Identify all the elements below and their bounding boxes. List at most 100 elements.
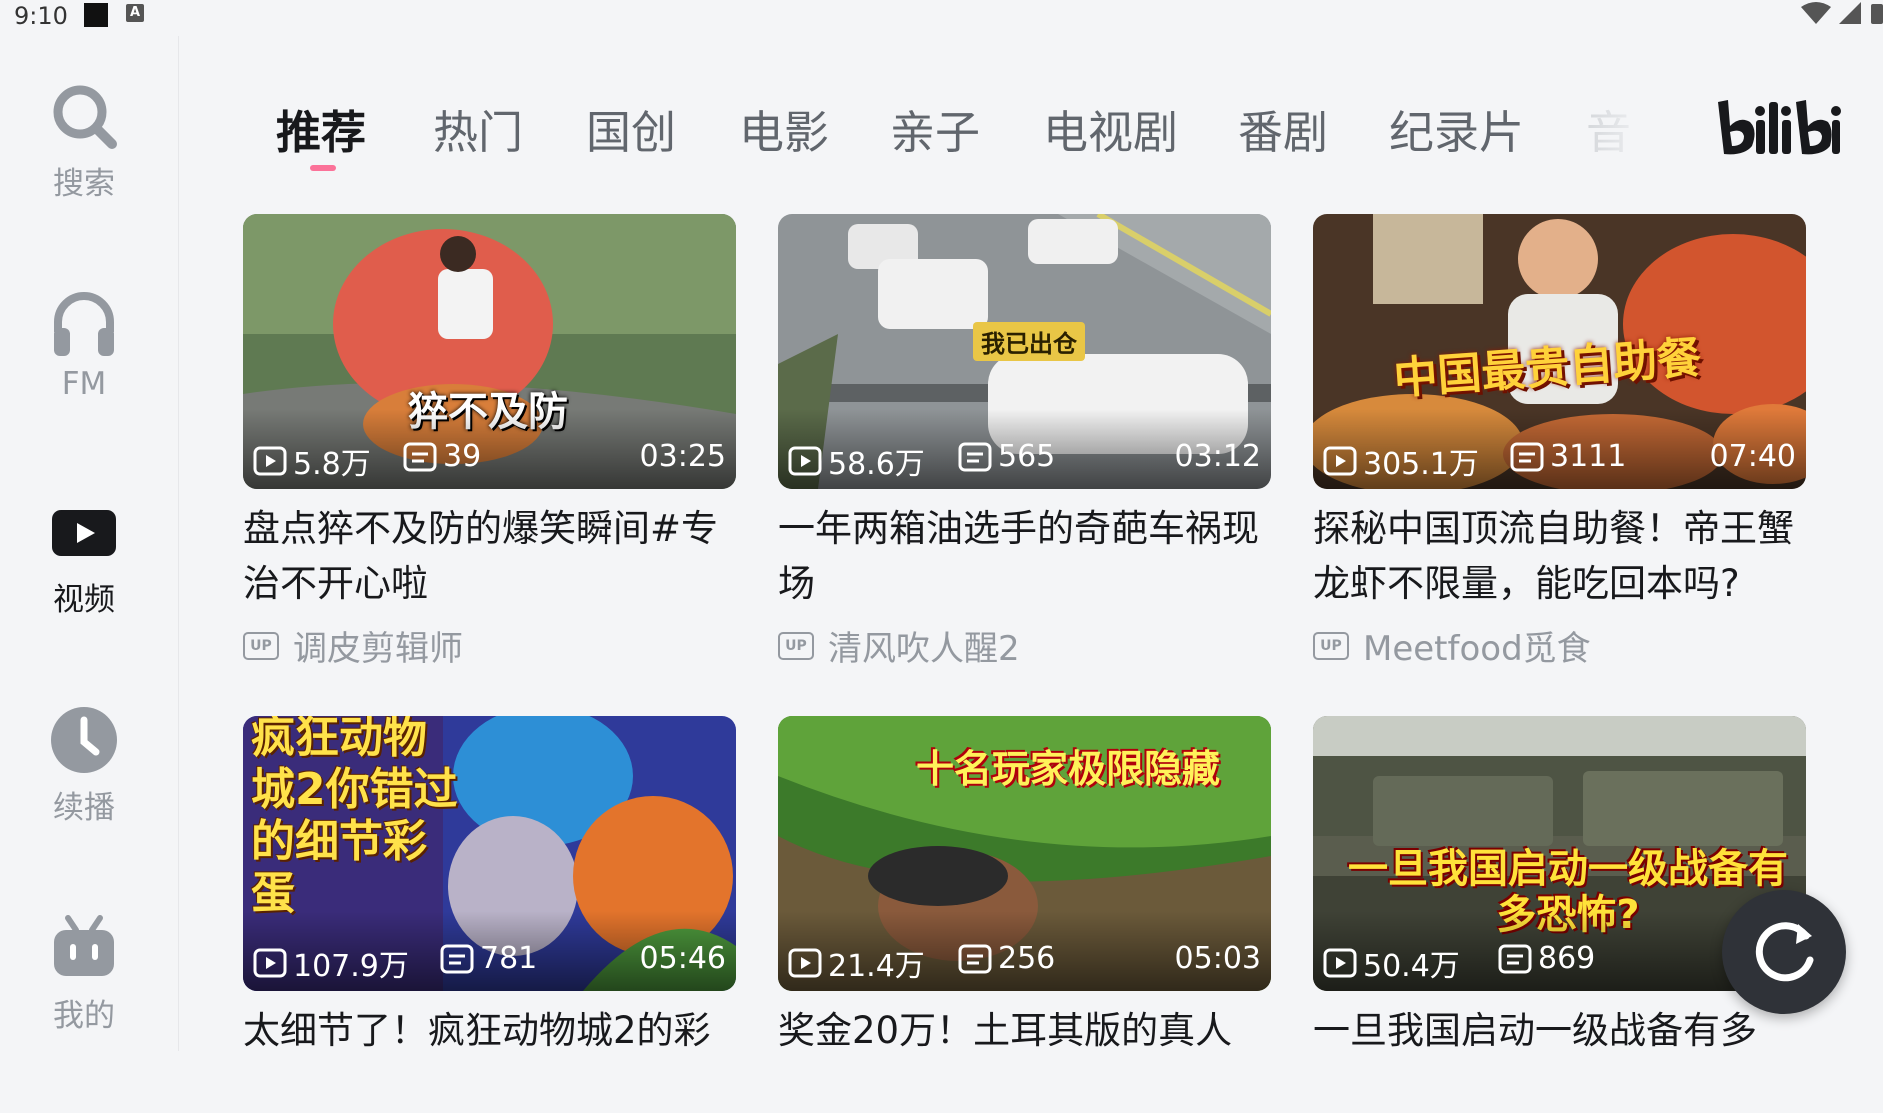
sidebar-item-label: 我的 [53,998,115,1034]
view-count: 107.9万 [253,941,409,985]
video-title[interactable]: 一旦我国启动一级战备有多 [1313,1003,1806,1113]
video-thumbnail[interactable]: 十名玩家极限隐藏 21.4万 256 05:03 [778,716,1271,991]
danmaku-count: 565 [958,439,1055,474]
video-title[interactable]: 一年两箱油选手的奇葩车祸现场 [778,501,1271,611]
danmaku-count: 39 [403,439,481,474]
danmaku-count: 869 [1498,941,1595,976]
search-icon [53,85,117,149]
view-count: 305.1万 [1323,439,1479,483]
video-title[interactable]: 盘点猝不及防的爆笑瞬间#专治不开心啦 [243,501,736,611]
refresh-icon [1755,922,1814,982]
tab-anime[interactable]: 番剧 [1238,96,1328,161]
sidebar-item-label: FM [61,366,107,402]
video-uploader[interactable]: UP 调皮剪辑师 [243,621,736,670]
video-card[interactable]: 十名玩家极限隐藏 21.4万 256 05:03 奖金20万！土耳其版的真人 [778,716,1271,1113]
video-title[interactable]: 奖金20万！土耳其版的真人 [778,1003,1271,1113]
video-duration: 05:03 [1174,941,1261,976]
video-card[interactable]: 我已出仓 58.6万 565 03:12 一年两箱油选手的奇葩车祸现场 UP 清… [778,214,1271,670]
sidebar-item-label: 续播 [53,790,115,826]
up-badge-icon: UP [778,631,814,660]
video-card[interactable]: 疯狂动物城2你错过的细节彩蛋 107.9万 781 05:46 太细节了！疯狂动… [243,716,736,1113]
sidebar-item-video[interactable]: 视频 [0,496,168,619]
sidebar-item-search[interactable]: 搜索 [0,80,168,203]
view-count-value: 21.4万 [828,949,925,984]
view-count-value: 5.8万 [293,447,371,482]
video-uploader[interactable]: UP Meetfood觅食 [1313,621,1806,670]
danmaku-count-value: 565 [998,439,1056,474]
danmaku-count-value: 781 [480,941,538,976]
view-count-value: 50.4万 [1363,949,1460,984]
tab-movie[interactable]: 电影 [739,96,829,161]
notification-a-icon: A [126,4,144,22]
tab-tv-series[interactable]: 电视剧 [1043,96,1178,161]
video-card[interactable]: 中国最贵自助餐 305.1万 3111 07:40 探秘中国顶流自助餐！帝王蟹龙… [1313,214,1806,670]
tab-documentary[interactable]: 纪录片 [1389,96,1524,161]
video-duration: 07:40 [1709,439,1796,474]
headphones-icon [54,292,114,356]
uploader-name: Meetfood觅食 [1363,629,1591,669]
uploader-name: 调皮剪辑师 [293,629,463,669]
danmaku-count-value: 869 [1538,941,1596,976]
play-count-icon [788,948,822,978]
play-count-icon [788,446,822,476]
danmaku-count: 3111 [1510,439,1626,474]
tab-guochuang[interactable]: 国创 [586,96,676,161]
sidebar-item-fm[interactable]: FM [0,288,168,402]
view-count: 58.6万 [788,439,925,483]
video-duration: 05:46 [639,941,726,976]
tv-mascot-icon [54,915,114,976]
sidebar-item-label: 搜索 [53,166,115,202]
play-count-icon [253,948,287,978]
video-thumbnail[interactable]: 我已出仓 58.6万 565 03:12 [778,214,1271,489]
notification-square-icon [84,3,108,27]
refresh-button[interactable] [1722,890,1846,1014]
signal-icon [1839,2,1861,24]
danmaku-icon [958,442,992,471]
up-badge-icon: UP [243,631,279,660]
uploader-name: 清风吹人醒2 [828,629,1020,669]
status-time: 9:10 [14,2,68,30]
thumbnail-caption: 我已出仓 [973,322,1085,361]
status-bar: 9:10 A [0,0,1883,30]
danmaku-count-value: 256 [998,941,1056,976]
video-stats: 305.1万 3111 07:40 [1323,439,1796,482]
video-title[interactable]: 太细节了！疯狂动物城2的彩 [243,1003,736,1113]
video-card[interactable]: 猝不及防 5.8万 39 03:25 盘点猝不及防的爆笑瞬间#专治不开心啦 UP… [243,214,736,670]
video-title[interactable]: 探秘中国顶流自助餐！帝王蟹龙虾不限量，能吃回本吗? [1313,501,1806,611]
view-count: 50.4万 [1323,941,1460,985]
category-tabs: 推荐 热门 国创 电影 亲子 电视剧 番剧 纪录片 音 [256,96,1676,166]
danmaku-icon [958,944,992,973]
clock-icon [51,707,117,773]
view-count-value: 305.1万 [1363,447,1479,482]
play-count-icon [1323,948,1357,978]
tab-recommend[interactable]: 推荐 [276,96,366,161]
danmaku-count-value: 39 [443,439,482,474]
battery-icon [1871,4,1883,24]
thumbnail-caption: 十名玩家极限隐藏 [916,747,1221,791]
danmaku-icon [403,442,437,471]
play-count-icon [1323,446,1357,476]
sidebar-item-continue[interactable]: 续播 [0,704,168,827]
view-count: 21.4万 [788,941,925,985]
video-thumbnail[interactable]: 猝不及防 5.8万 39 03:25 [243,214,736,489]
video-thumbnail[interactable]: 疯狂动物城2你错过的细节彩蛋 107.9万 781 05:46 [243,716,736,991]
video-stats: 21.4万 256 05:03 [788,941,1261,984]
view-count: 5.8万 [253,439,371,483]
play-count-icon [253,446,287,476]
up-badge-icon: UP [1313,631,1349,660]
active-tab-indicator [310,165,336,171]
video-uploader[interactable]: UP 清风吹人醒2 [778,621,1271,670]
tab-hot[interactable]: 热门 [433,96,523,161]
thumbnail-caption: 疯狂动物城2你错过的细节彩蛋 [251,716,458,919]
sidebar-item-mine[interactable]: 我的 [0,912,168,1035]
danmaku-count: 781 [440,941,537,976]
wifi-icon [1801,2,1831,24]
tab-parenting[interactable]: 亲子 [890,96,980,161]
danmaku-icon [440,944,474,973]
view-count-value: 58.6万 [828,447,925,482]
danmaku-icon [1510,442,1544,471]
video-thumbnail[interactable]: 中国最贵自助餐 305.1万 3111 07:40 [1313,214,1806,489]
video-duration: 03:12 [1174,439,1261,474]
bilibili-logo [1716,96,1846,164]
video-duration: 03:25 [639,439,726,474]
